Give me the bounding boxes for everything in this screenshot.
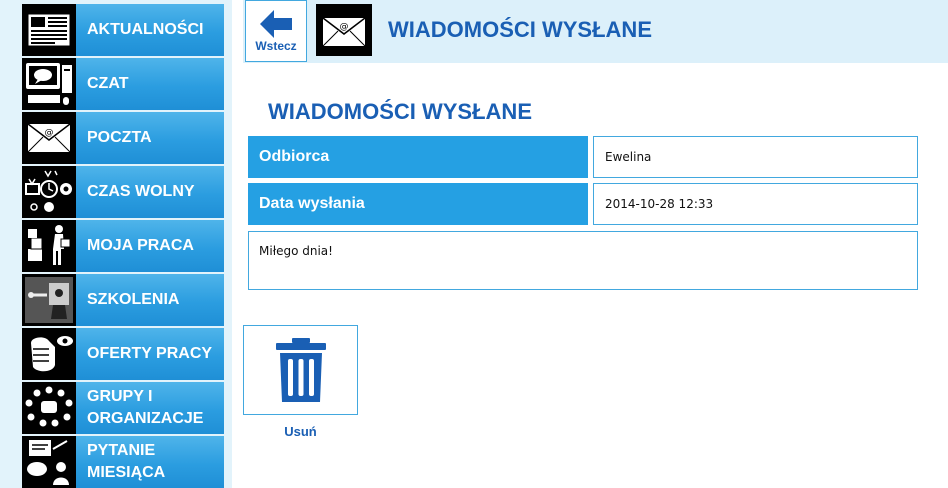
- sidebar-item-grupy-i-organizacje[interactable]: GRUPY I ORGANIZACJE: [22, 382, 224, 434]
- back-button[interactable]: Wstecz: [245, 0, 307, 62]
- delete-button[interactable]: [243, 325, 358, 415]
- hand-eye-icon: [22, 328, 76, 380]
- delete-button-label[interactable]: Usuń: [243, 424, 358, 439]
- back-button-label: Wstecz: [255, 39, 297, 53]
- leisure-icon: [22, 166, 76, 218]
- sidebar-item-label: POCZTA: [76, 112, 224, 164]
- sidebar-item-pytanie-miesiaca[interactable]: PYTANIE MIESIĄCA: [22, 436, 224, 488]
- sidebar-item-label: GRUPY I ORGANIZACJE: [76, 382, 224, 434]
- sidebar-item-moja-praca[interactable]: MOJA PRACA: [22, 220, 224, 272]
- sidebar-item-poczta[interactable]: @ POCZTA: [22, 112, 224, 164]
- svg-text:@: @: [45, 128, 54, 138]
- envelope-icon: @: [316, 4, 372, 56]
- recipient-value: Ewelina: [593, 136, 918, 178]
- sidebar-item-szkolenia[interactable]: SZKOLENIA: [22, 274, 224, 326]
- sidebar-item-label: MOJA PRACA: [76, 220, 224, 272]
- sidebar-item-czat[interactable]: CZAT: [22, 58, 224, 110]
- sidebar-item-czas-wolny[interactable]: CZAS WOLNY: [22, 166, 224, 218]
- question-board-icon: [22, 436, 76, 488]
- section-title: WIADOMOŚCI WYSŁANE: [268, 99, 532, 124]
- sidebar-item-aktualnosci[interactable]: AKTUALNOŚCI: [22, 4, 224, 56]
- sidebar-item-label: AKTUALNOŚCI: [76, 4, 224, 56]
- arrow-left-icon: [260, 10, 292, 38]
- recipient-label: Odbiorca: [248, 136, 588, 178]
- group-circle-icon: [22, 382, 76, 434]
- envelope-icon: @: [22, 112, 76, 164]
- sidebar: AKTUALNOŚCI CZAT @ POCZTA CZAS WOLNY MOJ…: [0, 0, 232, 488]
- top-bar: Wstecz @ WIADOMOŚCI WYSŁANE: [243, 0, 948, 63]
- sent-date-value: 2014-10-28 12:33: [593, 183, 918, 225]
- sidebar-item-label: OFERTY PRACY: [76, 328, 224, 380]
- sent-date-label: Data wysłania: [248, 183, 588, 225]
- sidebar-item-label: CZAS WOLNY: [76, 166, 224, 218]
- page-title: WIADOMOŚCI WYSŁANE: [388, 17, 652, 42]
- presentation-icon: [22, 274, 76, 326]
- computer-chat-icon: [22, 58, 76, 110]
- newspaper-icon: [22, 4, 76, 56]
- svg-text:@: @: [340, 22, 349, 32]
- sidebar-item-oferty-pracy[interactable]: OFERTY PRACY: [22, 328, 224, 380]
- message-body: Miłego dnia!: [248, 231, 918, 290]
- trash-icon: [275, 338, 326, 402]
- sidebar-item-label: CZAT: [76, 58, 224, 110]
- worker-boxes-icon: [22, 220, 76, 272]
- sidebar-item-label: PYTANIE MIESIĄCA: [76, 436, 224, 488]
- sidebar-item-label: SZKOLENIA: [76, 274, 224, 326]
